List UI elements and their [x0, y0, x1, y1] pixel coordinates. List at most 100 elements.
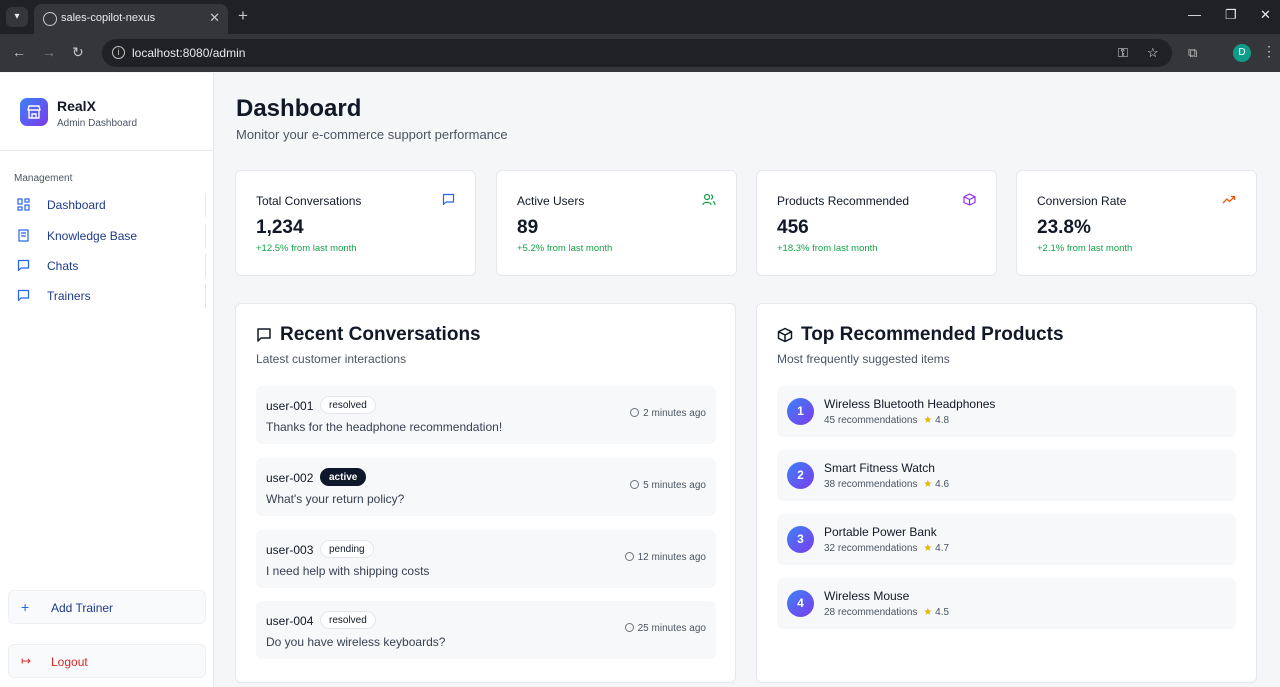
message-icon: [17, 289, 30, 302]
product-item[interactable]: 2 Smart Fitness Watch 38 recommendations…: [777, 450, 1236, 501]
product-rating: 4.6: [935, 479, 950, 490]
menu-kebab-icon[interactable]: ⋮: [1262, 43, 1276, 60]
reload-button[interactable]: ↻: [72, 44, 84, 61]
status-badge: active: [320, 468, 367, 486]
conversation-item[interactable]: user-002 active What's your return polic…: [256, 458, 716, 516]
conversation-message: I need help with shipping costs: [266, 564, 430, 578]
product-meta: 32 recommendations ★ 4.7: [824, 543, 949, 554]
panel-subtitle: Most frequently suggested items: [777, 352, 950, 366]
package-icon: [963, 193, 976, 206]
plus-icon: +: [21, 599, 30, 615]
product-item[interactable]: 4 Wireless Mouse 28 recommendations ★ 4.5: [777, 578, 1236, 629]
section-label: Management: [14, 173, 73, 184]
site-info-icon[interactable]: i: [112, 46, 125, 59]
sidebar-item-label: Knowledge Base: [47, 229, 138, 243]
add-trainer-button[interactable]: + Add Trainer: [8, 590, 206, 624]
conversation-item[interactable]: user-004 resolved Do you have wireless k…: [256, 601, 716, 659]
product-rating: 4.8: [935, 415, 950, 426]
product-item[interactable]: 3 Portable Power Bank 32 recommendations…: [777, 514, 1236, 565]
extensions-icon[interactable]: ⧉: [1188, 45, 1197, 61]
forward-button[interactable]: →: [42, 44, 56, 60]
rank-badge: 3: [787, 526, 814, 553]
book-icon: [18, 229, 29, 242]
rank-badge: 4: [787, 590, 814, 617]
logout-button[interactable]: ↦ Logout: [8, 644, 206, 678]
time-text: 5 minutes ago: [643, 480, 706, 491]
rank-badge: 2: [787, 462, 814, 489]
page-subtitle: Monitor your e-commerce support performa…: [236, 127, 508, 142]
product-meta: 45 recommendations ★ 4.8: [824, 415, 949, 426]
star-icon: ★: [923, 415, 933, 426]
package-icon: [777, 327, 793, 343]
recommendation-count: 28 recommendations: [824, 607, 918, 618]
clock-icon: [624, 623, 634, 632]
stat-value: 23.8%: [1037, 217, 1091, 238]
new-tab-button[interactable]: +: [238, 6, 248, 26]
sidebar-item-dashboard[interactable]: Dashboard: [8, 193, 206, 217]
sidebar-item-knowledge-base[interactable]: Knowledge Base: [8, 224, 206, 248]
status-badge: resolved: [320, 611, 376, 629]
back-button[interactable]: ←: [12, 44, 26, 60]
tab-title: sales-copilot-nexus: [61, 12, 156, 24]
tab-search-button[interactable]: ▾: [6, 7, 28, 27]
sidebar-item-trainers[interactable]: Trainers: [8, 284, 206, 308]
status-badge: resolved: [320, 396, 376, 414]
star-icon: ★: [923, 607, 933, 618]
top-products-panel: Top Recommended Products Most frequently…: [756, 303, 1257, 683]
panel-title: Recent Conversations: [280, 324, 481, 345]
message-icon: [257, 328, 271, 342]
message-icon: [17, 259, 30, 272]
stat-card-total-conversations: Total Conversations 1,234 +12.5% from la…: [235, 170, 476, 276]
browser-tab-bar: ▾ sales-copilot-nexus ✕ + — ❐ ✕: [0, 0, 1280, 34]
clock-icon: [630, 480, 640, 489]
logout-label: Logout: [51, 655, 88, 669]
brand-name: RealX: [57, 98, 96, 114]
panel-title: Top Recommended Products: [801, 324, 1064, 345]
add-trainer-label: Add Trainer: [51, 601, 114, 615]
conversation-item[interactable]: user-003 pending I need help with shippi…: [256, 530, 716, 588]
conversation-message: Do you have wireless keyboards?: [266, 635, 446, 649]
stat-card-products-recommended: Products Recommended 456 +18.3% from las…: [756, 170, 997, 276]
sidebar-item-label: Dashboard: [47, 198, 106, 212]
minimize-button[interactable]: —: [1188, 7, 1201, 22]
brand-subtitle: Admin Dashboard: [57, 118, 138, 129]
globe-icon: [43, 12, 57, 26]
time-text: 2 minutes ago: [643, 408, 706, 419]
users-icon: [702, 193, 716, 206]
product-name: Smart Fitness Watch: [824, 461, 935, 475]
address-bar[interactable]: i localhost:8080/admin ⚿ ☆: [102, 39, 1172, 67]
recommendation-count: 32 recommendations: [824, 543, 918, 554]
sidebar: RealX Admin Dashboard Management Dashboa…: [0, 73, 214, 687]
stat-label: Total Conversations: [256, 194, 362, 208]
recommendation-count: 38 recommendations: [824, 479, 918, 490]
page-title: Dashboard: [236, 95, 362, 122]
close-tab-icon[interactable]: ✕: [209, 10, 220, 26]
store-icon: [20, 98, 48, 126]
bookmark-star-icon[interactable]: ☆: [1147, 45, 1159, 61]
conversation-time: 5 minutes ago: [630, 480, 706, 491]
profile-avatar[interactable]: D: [1233, 44, 1251, 62]
maximize-button[interactable]: ❐: [1225, 7, 1237, 23]
key-icon[interactable]: ⚿: [1118, 45, 1128, 61]
product-meta: 38 recommendations ★ 4.6: [824, 479, 949, 490]
stat-value: 89: [517, 217, 539, 238]
product-item[interactable]: 1 Wireless Bluetooth Headphones 45 recom…: [777, 386, 1236, 437]
address-url[interactable]: localhost:8080/admin: [132, 46, 245, 60]
conversation-message: What's your return policy?: [266, 492, 405, 506]
stat-label: Active Users: [517, 194, 585, 208]
status-badge: pending: [320, 540, 374, 558]
recommendation-count: 45 recommendations: [824, 415, 918, 426]
product-rating: 4.5: [935, 607, 950, 618]
stat-label: Products Recommended: [777, 194, 910, 208]
sidebar-item-chats[interactable]: Chats: [8, 254, 206, 278]
clock-icon: [630, 408, 640, 417]
conversation-message: Thanks for the headphone recommendation!: [266, 420, 503, 434]
conversation-user: user-003: [266, 543, 314, 557]
product-rating: 4.7: [935, 543, 950, 554]
browser-tab[interactable]: sales-copilot-nexus ✕: [34, 4, 228, 34]
browser-toolbar: ← → ↻ i localhost:8080/admin ⚿ ☆ ⧉ D ⋮: [0, 34, 1280, 72]
brand-header: RealX Admin Dashboard: [0, 73, 214, 151]
close-window-button[interactable]: ✕: [1260, 7, 1271, 23]
time-text: 12 minutes ago: [637, 552, 706, 563]
conversation-item[interactable]: user-001 resolved Thanks for the headpho…: [256, 386, 716, 444]
